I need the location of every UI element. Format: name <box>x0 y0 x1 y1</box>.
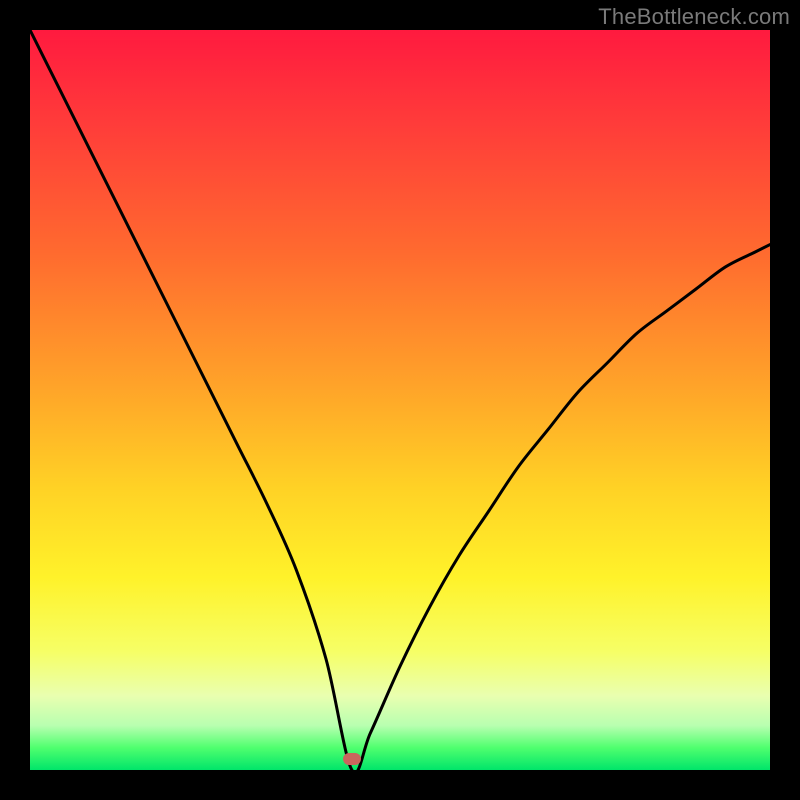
bottleneck-curve <box>30 30 770 770</box>
watermark-text: TheBottleneck.com <box>598 4 790 30</box>
plot-area <box>30 30 770 770</box>
chart-container: TheBottleneck.com <box>0 0 800 800</box>
optimal-point-marker <box>343 753 361 765</box>
curve-path <box>30 30 770 770</box>
